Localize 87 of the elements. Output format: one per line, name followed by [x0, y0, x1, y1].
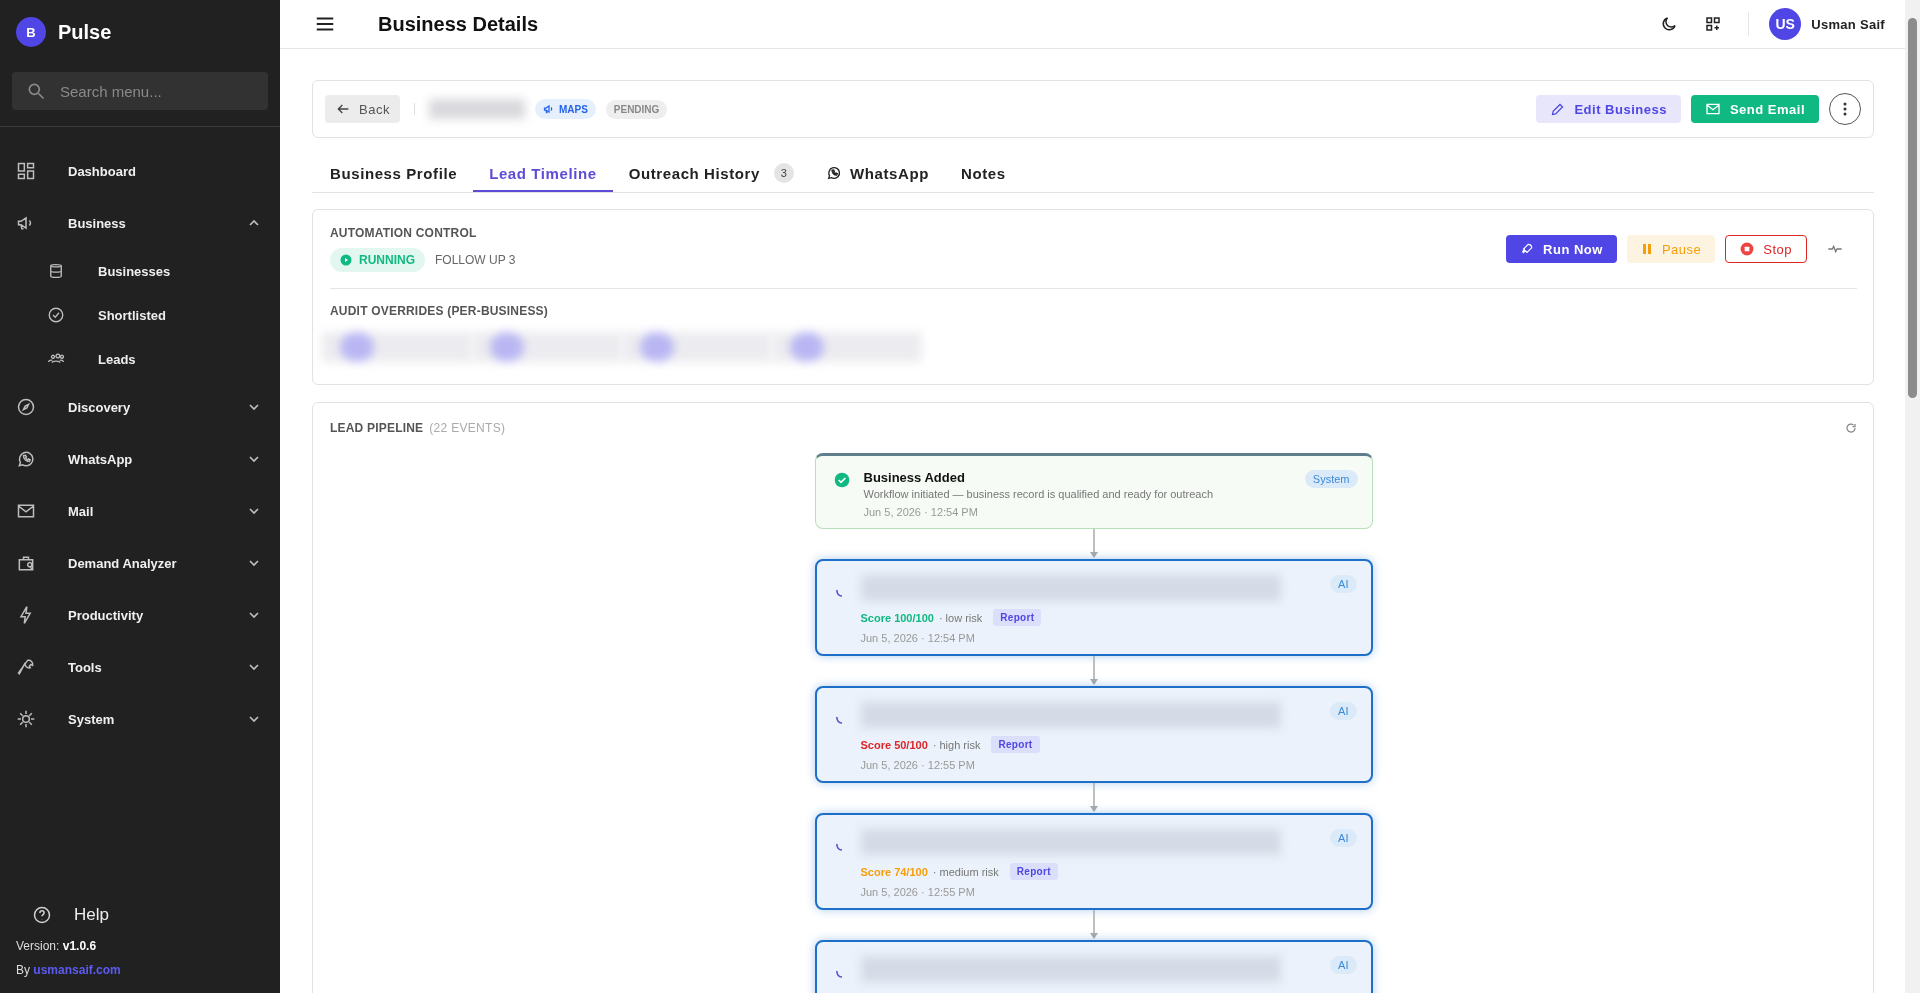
check-icon — [47, 306, 65, 324]
help-link[interactable]: Help — [16, 905, 264, 925]
logo-badge: B — [16, 17, 46, 47]
tab[interactable]: Business Profile — [314, 156, 474, 192]
scrollbar-thumb[interactable] — [1908, 18, 1917, 398]
nav-item[interactable]: Productivity — [0, 589, 280, 641]
wrench-icon — [16, 657, 36, 677]
source-badge: AI — [1330, 702, 1357, 720]
nav-item[interactable]: Demand Analyzer — [0, 537, 280, 589]
stop-icon — [1740, 242, 1755, 256]
by-label: By — [16, 963, 30, 977]
report-button[interactable]: Report — [993, 609, 1042, 626]
nav-subitem[interactable]: Leads — [0, 337, 280, 381]
rocket-icon — [1520, 242, 1535, 256]
more-button[interactable] — [1829, 93, 1861, 125]
version-text: Version: v1.0.6 — [16, 939, 98, 953]
tab[interactable]: Lead Timeline — [473, 156, 613, 192]
event-time: Jun 5, 2026 · 12:54 PM — [860, 632, 976, 644]
check-circle-icon — [833, 472, 850, 488]
stop-button[interactable]: Stop — [1725, 235, 1807, 263]
event-title: Business Added — [863, 470, 966, 485]
status-tag: PENDING — [605, 99, 668, 119]
run-now-button[interactable]: Run Now — [1506, 235, 1617, 263]
nav-item[interactable]: WhatsApp — [0, 433, 280, 485]
event-count: (22 EVENTS) — [429, 421, 506, 435]
mail-icon — [1704, 101, 1721, 117]
connector-arrow — [1088, 910, 1099, 940]
megaphone-icon — [542, 103, 555, 115]
source-badge: AI — [1330, 956, 1357, 974]
nav-item[interactable]: Dashboard — [0, 145, 280, 197]
tab[interactable]: WhatsApp — [810, 156, 945, 192]
user-avatar[interactable]: US — [1769, 8, 1802, 40]
nav-item[interactable]: Discovery — [0, 381, 280, 433]
source-badge: AI — [1330, 829, 1357, 847]
mail-icon — [16, 501, 36, 521]
app-name: Pulse — [58, 20, 112, 44]
source-tag: MAPS — [534, 99, 596, 119]
nav-item[interactable]: Tools — [0, 641, 280, 693]
section-heading: AUTOMATION CONTROL — [330, 226, 478, 240]
tab[interactable]: Notes — [945, 156, 1022, 192]
risk-text: · high risk — [932, 738, 981, 751]
event-time: Jun 5, 2026 · 12:54 PM — [863, 506, 979, 518]
connector-arrow — [1088, 656, 1099, 686]
status-pill: RUNNING — [330, 248, 425, 272]
score-text: Score 50/100 — [860, 738, 928, 751]
dashboard-icon — [16, 161, 36, 181]
database-icon — [47, 262, 65, 280]
refresh-icon[interactable] — [1845, 422, 1857, 434]
back-button[interactable]: Back — [325, 95, 400, 123]
whatsapp-icon — [16, 449, 36, 469]
edit-business-button[interactable]: Edit Business — [1536, 95, 1681, 123]
search-icon — [26, 81, 46, 101]
nav-subitem[interactable]: Shortlisted — [0, 293, 280, 337]
section-heading: LEAD PIPELINE — [330, 421, 424, 435]
count-badge: 3 — [774, 163, 794, 183]
report-button[interactable]: Report — [1009, 863, 1058, 880]
nav-item[interactable]: System — [0, 693, 280, 745]
section-heading: AUDIT OVERRIDES (PER-BUSINESS) — [330, 304, 550, 318]
nav-item[interactable]: Business — [0, 197, 280, 249]
nav-item[interactable]: Mail — [0, 485, 280, 537]
qr-add-icon[interactable] — [1704, 15, 1723, 33]
risk-text: · low risk — [938, 611, 983, 624]
nav-subitem[interactable]: Businesses — [0, 249, 280, 293]
step-label: FOLLOW UP 3 — [435, 253, 516, 267]
event-time: Jun 5, 2026 · 12:55 PM — [860, 759, 976, 771]
pause-icon — [1640, 243, 1653, 255]
compass-icon — [16, 397, 36, 417]
user-name[interactable]: Usman Saif — [1811, 16, 1885, 32]
source-badge: System — [1304, 470, 1358, 488]
help-icon — [32, 905, 52, 925]
whatsapp-icon — [826, 165, 842, 181]
page-title: Business Details — [378, 12, 539, 36]
tab[interactable]: Outreach History 3 — [612, 156, 810, 192]
risk-text: · medium risk — [932, 865, 999, 878]
search-field[interactable]: Search menu... — [12, 72, 268, 110]
event-description: Workflow initiated — business record is qualified and ready for outreach — [863, 488, 1215, 500]
connector-arrow — [1088, 783, 1099, 813]
event-time: Jun 5, 2026 · 12:55 PM — [860, 886, 976, 898]
score-text: Score 74/100 — [860, 865, 928, 878]
analyze-icon — [16, 553, 36, 573]
connector-arrow — [1088, 529, 1099, 559]
score-text: Score 100/100 — [860, 611, 934, 624]
play-icon — [340, 254, 352, 266]
more-vertical-icon — [1843, 102, 1847, 116]
report-button[interactable]: Report — [991, 736, 1040, 753]
source-badge: AI — [1330, 575, 1357, 593]
pencil-icon — [1550, 101, 1566, 117]
